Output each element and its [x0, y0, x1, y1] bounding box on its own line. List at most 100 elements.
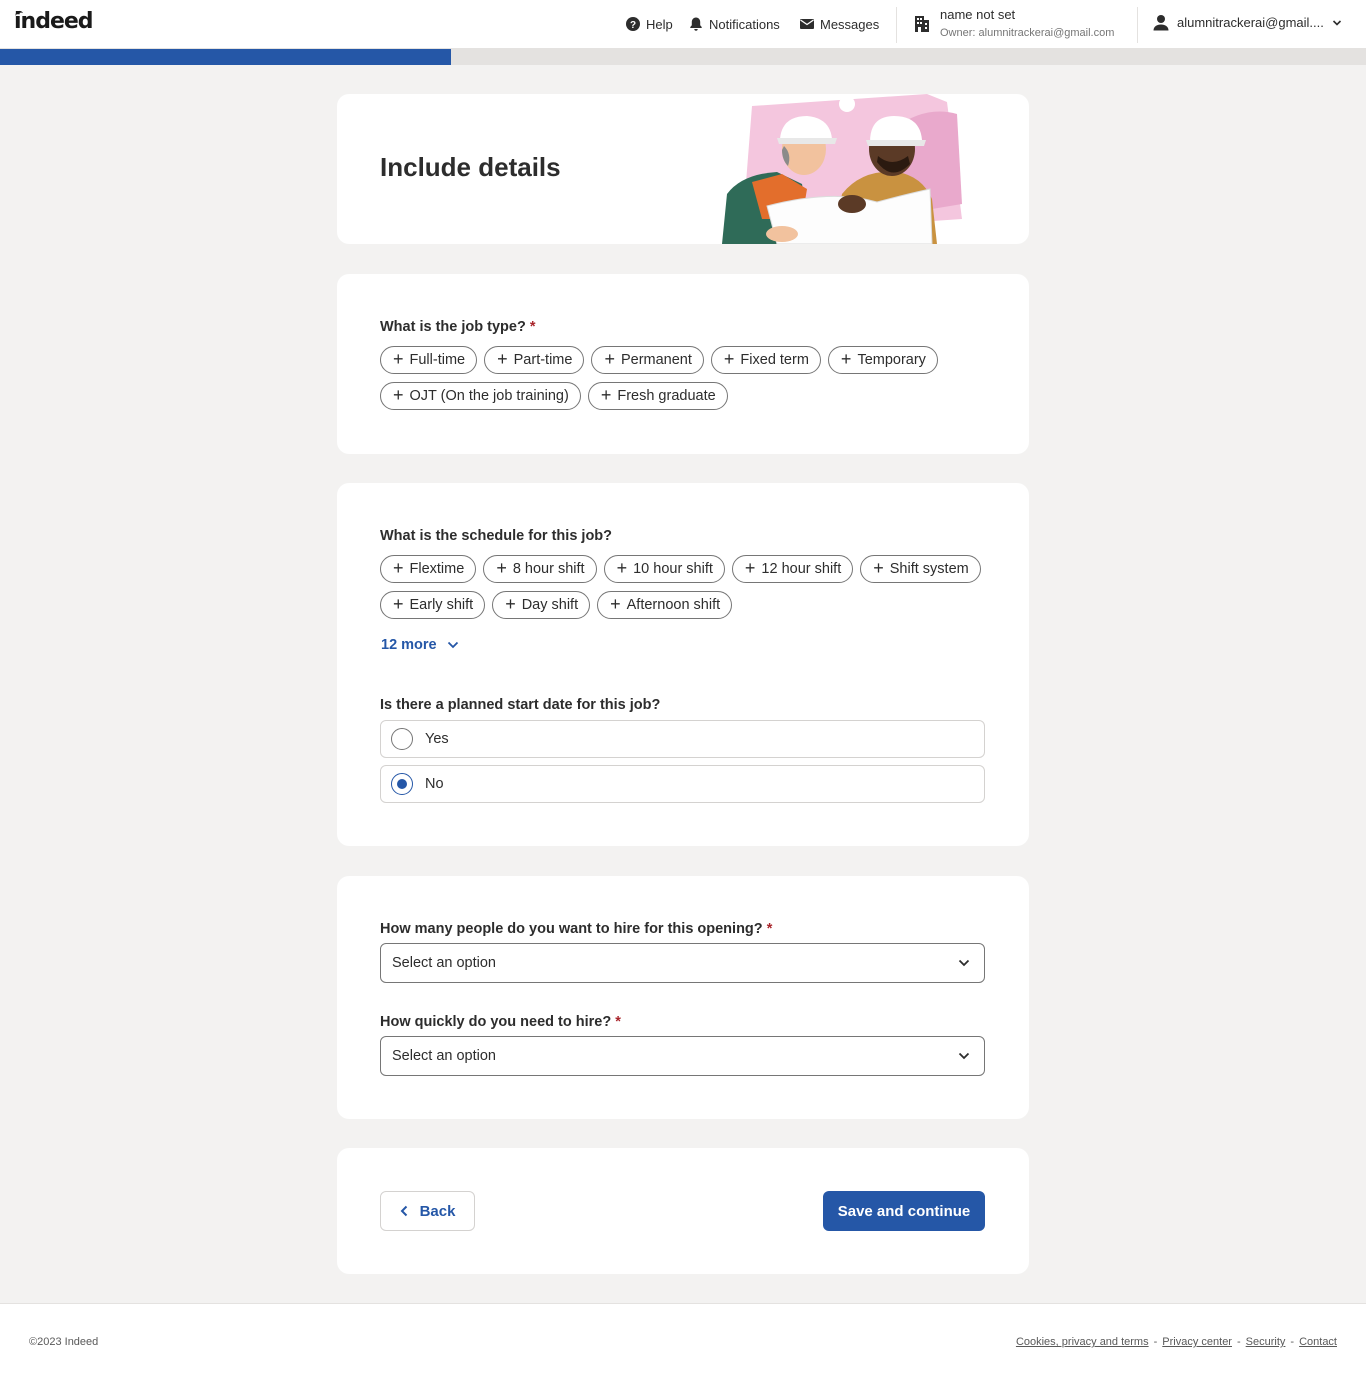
- company-name: name not set: [940, 7, 1016, 22]
- bell-icon: [690, 17, 702, 31]
- page-title: Include details: [380, 152, 561, 182]
- required-marker: *: [615, 1014, 621, 1030]
- radio-no[interactable]: [391, 773, 413, 795]
- chip-8-hour-shift[interactable]: +8 hour shift: [483, 555, 597, 583]
- chip-full-time[interactable]: + Full-time: [380, 346, 478, 374]
- chip-temporary[interactable]: + Temporary: [827, 346, 938, 374]
- speed-question-text: How quickly do you need to hire?: [380, 1014, 612, 1030]
- chip-permanent[interactable]: + Permanent: [591, 346, 704, 374]
- start-date-question: Is there a planned start date for this j…: [380, 697, 660, 713]
- radio-label: No: [425, 776, 444, 792]
- plus-icon: +: [505, 594, 516, 614]
- chevron-down-icon: [1332, 19, 1341, 26]
- account-menu[interactable]: alumnitrackerai@gmail....: [1153, 14, 1342, 31]
- plus-icon: +: [723, 349, 735, 369]
- chip-label: Temporary: [857, 352, 926, 368]
- people-count-select[interactable]: Select an option: [380, 943, 985, 983]
- help-label: Help: [646, 16, 673, 32]
- envelope-icon: [800, 19, 814, 29]
- privacy-center-link[interactable]: Privacy center: [1162, 1336, 1232, 1348]
- start-date-question-text: Is there a planned start date for this j…: [380, 697, 661, 713]
- svg-text:?: ?: [630, 20, 636, 31]
- start-date-yes-option[interactable]: Yes: [380, 720, 985, 758]
- chip-12-hour-shift[interactable]: +12 hour shift: [731, 555, 854, 583]
- footer-separator: -: [1236, 1336, 1241, 1348]
- start-date-no-option[interactable]: No: [380, 765, 985, 803]
- chip-label: 12 hour shift: [761, 561, 842, 577]
- page-footer: ©2023 Indeed Cookies, privacy and terms …: [0, 1303, 1366, 1380]
- chip-fresh-graduate[interactable]: + Fresh graduate: [587, 382, 728, 410]
- back-label: Back: [419, 1202, 456, 1220]
- chevron-left-icon: [400, 1205, 407, 1217]
- chip-label: 10 hour shift: [633, 561, 713, 577]
- actions-card: Back Save and continue: [337, 1148, 1029, 1274]
- account-email: alumnitrackerai@gmail....: [1177, 15, 1324, 30]
- schedule-question: What is the schedule for this job?: [380, 528, 612, 544]
- contact-link[interactable]: Contact: [1299, 1336, 1337, 1348]
- plus-icon: +: [840, 349, 852, 369]
- plus-icon: +: [497, 349, 508, 369]
- plus-icon: +: [600, 385, 612, 405]
- chip-label: Fresh graduate: [617, 388, 716, 404]
- chevron-down-icon: [958, 959, 970, 967]
- notifications-label: Notifications: [709, 16, 780, 32]
- header-divider: [896, 7, 897, 43]
- chip-label: OJT (On the job training): [409, 388, 569, 404]
- hire-speed-select[interactable]: Select an option: [380, 1036, 985, 1076]
- select-value: Select an option: [392, 955, 496, 971]
- chip-early-shift[interactable]: + Early shift: [380, 591, 486, 619]
- plus-icon: +: [873, 558, 884, 578]
- radio-yes[interactable]: [391, 728, 413, 750]
- copyright-text: ©2023 Indeed: [29, 1336, 99, 1348]
- chip-label: Fixed term: [740, 352, 809, 368]
- footer-links: Cookies, privacy and terms - Privacy cen…: [1016, 1336, 1337, 1348]
- notifications-link[interactable]: Notifications: [688, 16, 780, 32]
- people-question: How many people do you want to hire for …: [380, 921, 772, 937]
- job-type-question-text: What is the job type?: [380, 319, 526, 335]
- plus-icon: +: [496, 558, 507, 578]
- plus-icon: +: [393, 385, 404, 405]
- save-and-continue-button[interactable]: Save and continue: [823, 1191, 985, 1231]
- schedule-question-text: What is the schedule for this job?: [380, 528, 613, 544]
- help-link[interactable]: ? Help: [625, 16, 673, 32]
- schedule-card: What is the schedule for this job? + Flex…: [337, 483, 1029, 846]
- construction-workers-illustration: [722, 94, 978, 244]
- plus-icon: +: [393, 349, 404, 369]
- chip-label: Afternoon shift: [626, 597, 721, 613]
- chip-ojt[interactable]: + OJT (On the job training): [380, 382, 581, 410]
- footer-separator: -: [1290, 1336, 1295, 1348]
- back-button[interactable]: Back: [380, 1191, 475, 1231]
- cookies-privacy-terms-link[interactable]: Cookies, privacy and terms: [1016, 1336, 1149, 1348]
- chip-shift-system[interactable]: + Shift system: [860, 555, 981, 583]
- chip-part-time[interactable]: + Part-time: [484, 346, 585, 374]
- chevron-down-icon: [958, 1052, 970, 1060]
- chip-label: 8 hour shift: [512, 561, 585, 577]
- chip-day-shift[interactable]: + Day shift: [492, 591, 591, 619]
- progress-bar: [0, 49, 1366, 65]
- radio-label: Yes: [425, 731, 449, 747]
- chip-fixed-term[interactable]: + Fixed term: [710, 346, 821, 374]
- security-link[interactable]: Security: [1246, 1336, 1286, 1348]
- chip-label: Shift system: [889, 561, 969, 577]
- footer-separator: -: [1153, 1336, 1158, 1348]
- company-owner: Owner: alumnitrackerai@gmail.com: [940, 27, 1115, 39]
- chip-label: Permanent: [620, 352, 692, 368]
- required-marker: *: [766, 921, 773, 937]
- chip-label: Part-time: [513, 352, 573, 368]
- plus-icon: +: [393, 558, 404, 578]
- indeed-logo[interactable]: indeed: [14, 9, 94, 34]
- hiring-card: How many people do you want to hire for …: [337, 876, 1029, 1119]
- messages-link[interactable]: Messages: [799, 16, 879, 32]
- chip-flextime[interactable]: + Flextime: [380, 555, 477, 583]
- chip-afternoon-shift[interactable]: + Afternoon shift: [597, 591, 733, 619]
- progress-fill: [0, 49, 451, 65]
- chip-label: Full-time: [409, 352, 466, 368]
- chip-10-hour-shift[interactable]: +10 hour shift: [603, 555, 725, 583]
- more-label: 12 more: [381, 637, 437, 653]
- show-more-schedules-button[interactable]: 12 more: [381, 637, 459, 653]
- chip-label: Early shift: [409, 597, 474, 613]
- building-icon: [915, 16, 929, 32]
- job-type-chips: + Full-time + Part-time + Permanent + Fixed …: [380, 346, 1000, 410]
- required-marker: *: [529, 319, 536, 335]
- logo-text: indeed: [14, 9, 94, 34]
